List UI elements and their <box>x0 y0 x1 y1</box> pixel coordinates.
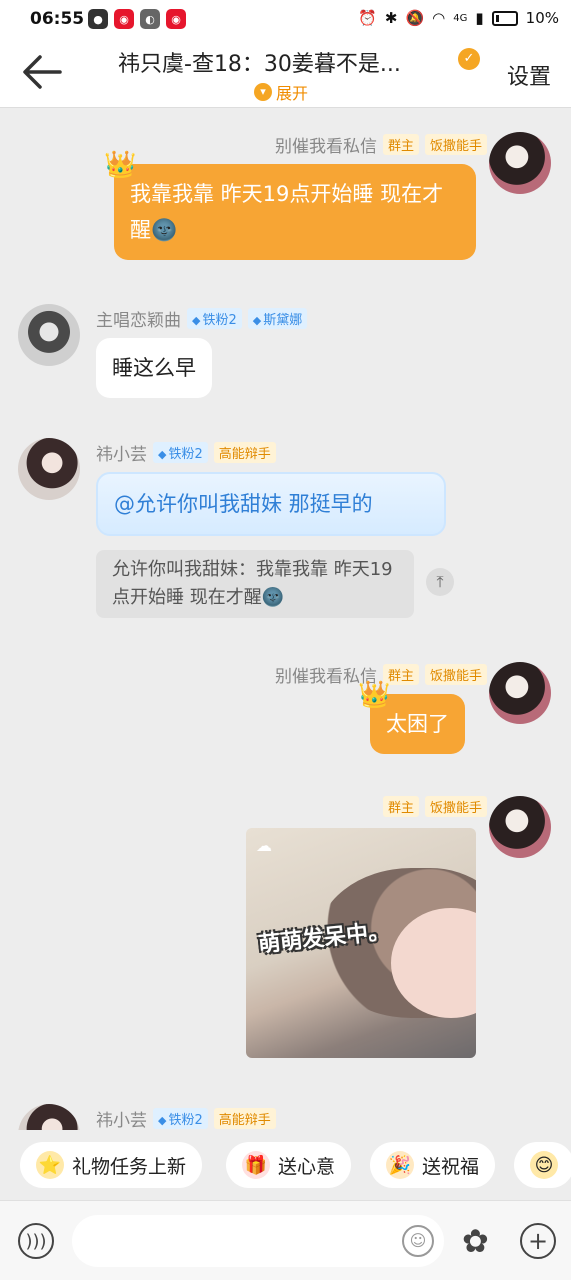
quoted-message[interactable]: 允许你叫我甜妹：我靠我靠 昨天19点开始睡 现在才醒🌚 <box>96 550 414 618</box>
title-badge: 高能辩手 <box>213 1108 276 1129</box>
avatar[interactable] <box>18 1104 80 1130</box>
battery-icon <box>491 10 518 26</box>
signal-icon: ▮ <box>475 9 484 27</box>
mute-icon: 🔕 <box>405 9 425 27</box>
app-notification-icon: ◐ <box>140 9 160 29</box>
message-bubble[interactable]: 我靠我靠 昨天19点开始睡 现在才醒🌚 <box>114 164 476 260</box>
message-header: 别催我看私信 群主 饭撒能手 <box>275 132 487 157</box>
bluetooth-icon: ✱ <box>384 9 398 27</box>
fan-badge: 饭撒能手 <box>424 796 487 817</box>
fan-level-badge: 铁粉2 <box>153 442 208 463</box>
jump-to-quote-icon[interactable]: ⤒ <box>426 568 454 596</box>
emoji-icon[interactable]: ☺ <box>402 1225 434 1257</box>
alarm-icon: ⏰ <box>358 9 377 27</box>
expand-label: 展开 <box>276 84 309 103</box>
app-notification-icon: ● <box>88 9 108 29</box>
avatar[interactable] <box>18 438 80 500</box>
message-header: 祎小芸 铁粉2 高能辩手 <box>96 440 276 465</box>
status-time: 06:55 <box>30 9 85 29</box>
input-bar: ))) ☺ ✿ + <box>0 1200 571 1280</box>
fan-level-badge: 铁粉2 <box>187 308 242 329</box>
image-message[interactable]: ☁ 萌萌发呆中。 <box>246 828 476 1058</box>
message-bubble[interactable]: @允许你叫我甜妹 那挺早的 <box>96 472 446 536</box>
chip-send-blessing[interactable]: 🎉 送祝福 <box>370 1142 496 1188</box>
battery-percent: 10% <box>525 9 559 27</box>
title-badge: 高能辩手 <box>213 442 276 463</box>
fan-badge: 饭撒能手 <box>424 134 487 155</box>
blessing-icon: 🎉 <box>386 1151 414 1179</box>
chip-label: 送心意 <box>278 1155 336 1178</box>
wifi-icon: ◠ <box>432 9 446 27</box>
emoji-icon: 😊 <box>530 1151 558 1179</box>
message-header: 主唱恋颖曲 铁粉2 斯黛娜 <box>96 306 308 331</box>
message-input[interactable] <box>72 1215 444 1267</box>
group-title: 祎只虞-查18：30姜暮不是... <box>118 52 401 77</box>
title-badge: 斯黛娜 <box>247 308 308 329</box>
notification-icons: ● ◉ ◐ ◉ <box>88 9 186 29</box>
crown-icon: 👑 <box>104 150 137 180</box>
network-label: 4G <box>453 12 468 24</box>
verified-badge-icon: ✓ <box>458 48 480 70</box>
sticker-flower-icon[interactable]: ✿ <box>462 1223 489 1259</box>
sender-name[interactable]: 别催我看私信 <box>275 132 377 157</box>
fan-level-badge: 铁粉2 <box>153 1108 208 1129</box>
chat-messages[interactable]: 别催我看私信 群主 饭撒能手 我靠我靠 昨天19点开始睡 现在才醒🌚 👑 主唱恋… <box>0 108 571 1130</box>
expand-button[interactable]: ▾ 展开 <box>254 80 308 104</box>
chip-more[interactable]: 😊 <box>514 1142 571 1188</box>
message-header: 群主 饭撒能手 <box>377 796 487 817</box>
chat-header: 祎只虞-查18：30姜暮不是... ✓ ▾ 展开 设置 <box>0 38 571 108</box>
chip-label: 送祝福 <box>422 1155 480 1178</box>
owner-badge: 群主 <box>382 134 419 155</box>
plus-icon[interactable]: + <box>520 1223 556 1259</box>
weibo-icon: ◉ <box>114 9 134 29</box>
system-icons: ⏰ ✱ 🔕 ◠ 4G ▮ 10% <box>358 9 559 27</box>
status-bar: 06:55 ● ◉ ◐ ◉ ⏰ ✱ 🔕 ◠ 4G ▮ 10% <box>0 0 571 38</box>
sticker-icon: ☁ <box>256 836 272 855</box>
chip-gift-task[interactable]: ⭐ 礼物任务上新 <box>20 1142 203 1188</box>
back-arrow-icon[interactable] <box>20 52 64 92</box>
avatar[interactable] <box>18 304 80 366</box>
message-header: 祎小芸 铁粉2 高能辩手 <box>96 1106 276 1130</box>
weibo-icon: ◉ <box>166 9 186 29</box>
chip-label: 礼物任务上新 <box>72 1155 187 1178</box>
chevron-down-icon: ▾ <box>254 83 272 101</box>
avatar[interactable] <box>489 132 551 194</box>
voice-icon[interactable]: ))) <box>18 1223 54 1259</box>
owner-badge: 群主 <box>382 796 419 817</box>
sender-name[interactable]: 祎小芸 <box>96 1106 147 1130</box>
settings-button[interactable]: 设置 <box>507 59 551 91</box>
gift-icon: 🎁 <box>242 1151 270 1179</box>
message-bubble[interactable]: 睡这么早 <box>96 338 212 398</box>
avatar[interactable] <box>489 662 551 724</box>
sender-name[interactable]: 祎小芸 <box>96 440 147 465</box>
star-icon: ⭐ <box>36 1151 64 1179</box>
quick-actions: ⭐ 礼物任务上新 🎁 送心意 🎉 送祝福 😊 <box>0 1130 571 1200</box>
fan-badge: 饭撒能手 <box>424 664 487 685</box>
chip-send-heart[interactable]: 🎁 送心意 <box>226 1142 352 1188</box>
avatar[interactable] <box>489 796 551 858</box>
crown-icon: 👑 <box>358 680 391 710</box>
sender-name[interactable]: 主唱恋颖曲 <box>96 306 181 331</box>
